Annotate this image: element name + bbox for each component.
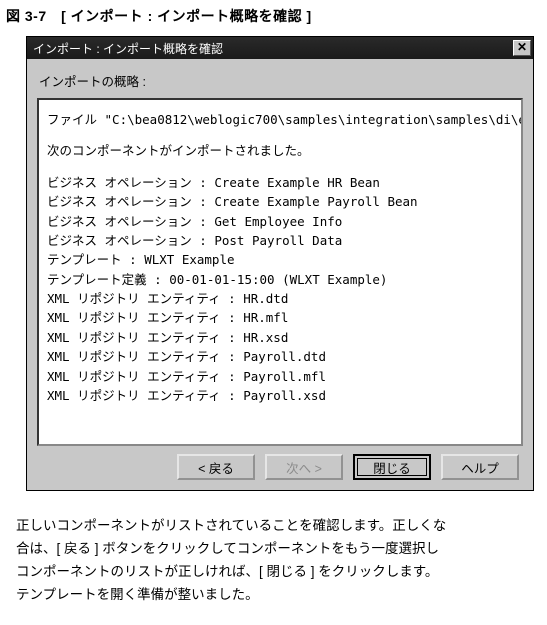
close-button[interactable]: 閉じる [353, 454, 431, 480]
list-item: ビジネス オペレーション : Create Example Payroll Be… [47, 192, 513, 211]
dialog-button-row: < 戻る 次へ > 閉じる ヘルプ [37, 446, 523, 480]
instruction-line: 正しいコンポーネントがリストされていることを確認します。正しくな [16, 515, 539, 538]
list-item: XML リポジトリ エンティティ : Payroll.mfl [47, 367, 513, 386]
imported-heading: 次のコンポーネントがインポートされました。 [47, 141, 513, 160]
summary-label: インポートの概略 : [39, 71, 521, 90]
dialog-title: インポート : インポート概略を確認 [33, 40, 223, 57]
instruction-line: コンポーネントのリストが正しければ、[ 閉じる ] をクリックします。 [16, 561, 539, 584]
close-icon[interactable]: ✕ [513, 40, 531, 56]
instruction-line: テンプレートを開く準備が整いました。 [16, 584, 539, 607]
help-button[interactable]: ヘルプ [441, 454, 519, 480]
back-button[interactable]: < 戻る [177, 454, 255, 480]
list-item: ビジネス オペレーション : Post Payroll Data [47, 231, 513, 250]
next-button: 次へ > [265, 454, 343, 480]
file-path-line: ファイル "C:\bea0812\weblogic700\samples\int… [47, 110, 513, 129]
instruction-line: 合は、[ 戻る ] ボタンをクリックしてコンポーネントをもう一度選択し [16, 538, 539, 561]
figure-caption: 図 3-7 [ インポート : インポート概略を確認 ] [6, 6, 539, 26]
list-item: XML リポジトリ エンティティ : Payroll.dtd [47, 347, 513, 366]
list-item: XML リポジトリ エンティティ : Payroll.xsd [47, 386, 513, 405]
import-summary-dialog: インポート : インポート概略を確認 ✕ インポートの概略 : ファイル "C:… [26, 36, 534, 491]
list-item: XML リポジトリ エンティティ : HR.dtd [47, 289, 513, 308]
list-item: テンプレート定義 : 00-01-01-15:00 (WLXT Example) [47, 270, 513, 289]
dialog-body: インポートの概略 : ファイル "C:\bea0812\weblogic700\… [27, 59, 533, 490]
dialog-titlebar: インポート : インポート概略を確認 ✕ [27, 37, 533, 59]
list-item: ビジネス オペレーション : Create Example HR Bean [47, 173, 513, 192]
component-list-panel[interactable]: ファイル "C:\bea0812\weblogic700\samples\int… [37, 98, 523, 446]
list-item: XML リポジトリ エンティティ : HR.mfl [47, 308, 513, 327]
list-item: テンプレート : WLXT Example [47, 250, 513, 269]
instruction-text: 正しいコンポーネントがリストされていることを確認します。正しくな 合は、[ 戻る… [16, 515, 539, 607]
list-item: ビジネス オペレーション : Get Employee Info [47, 212, 513, 231]
list-item: XML リポジトリ エンティティ : HR.xsd [47, 328, 513, 347]
